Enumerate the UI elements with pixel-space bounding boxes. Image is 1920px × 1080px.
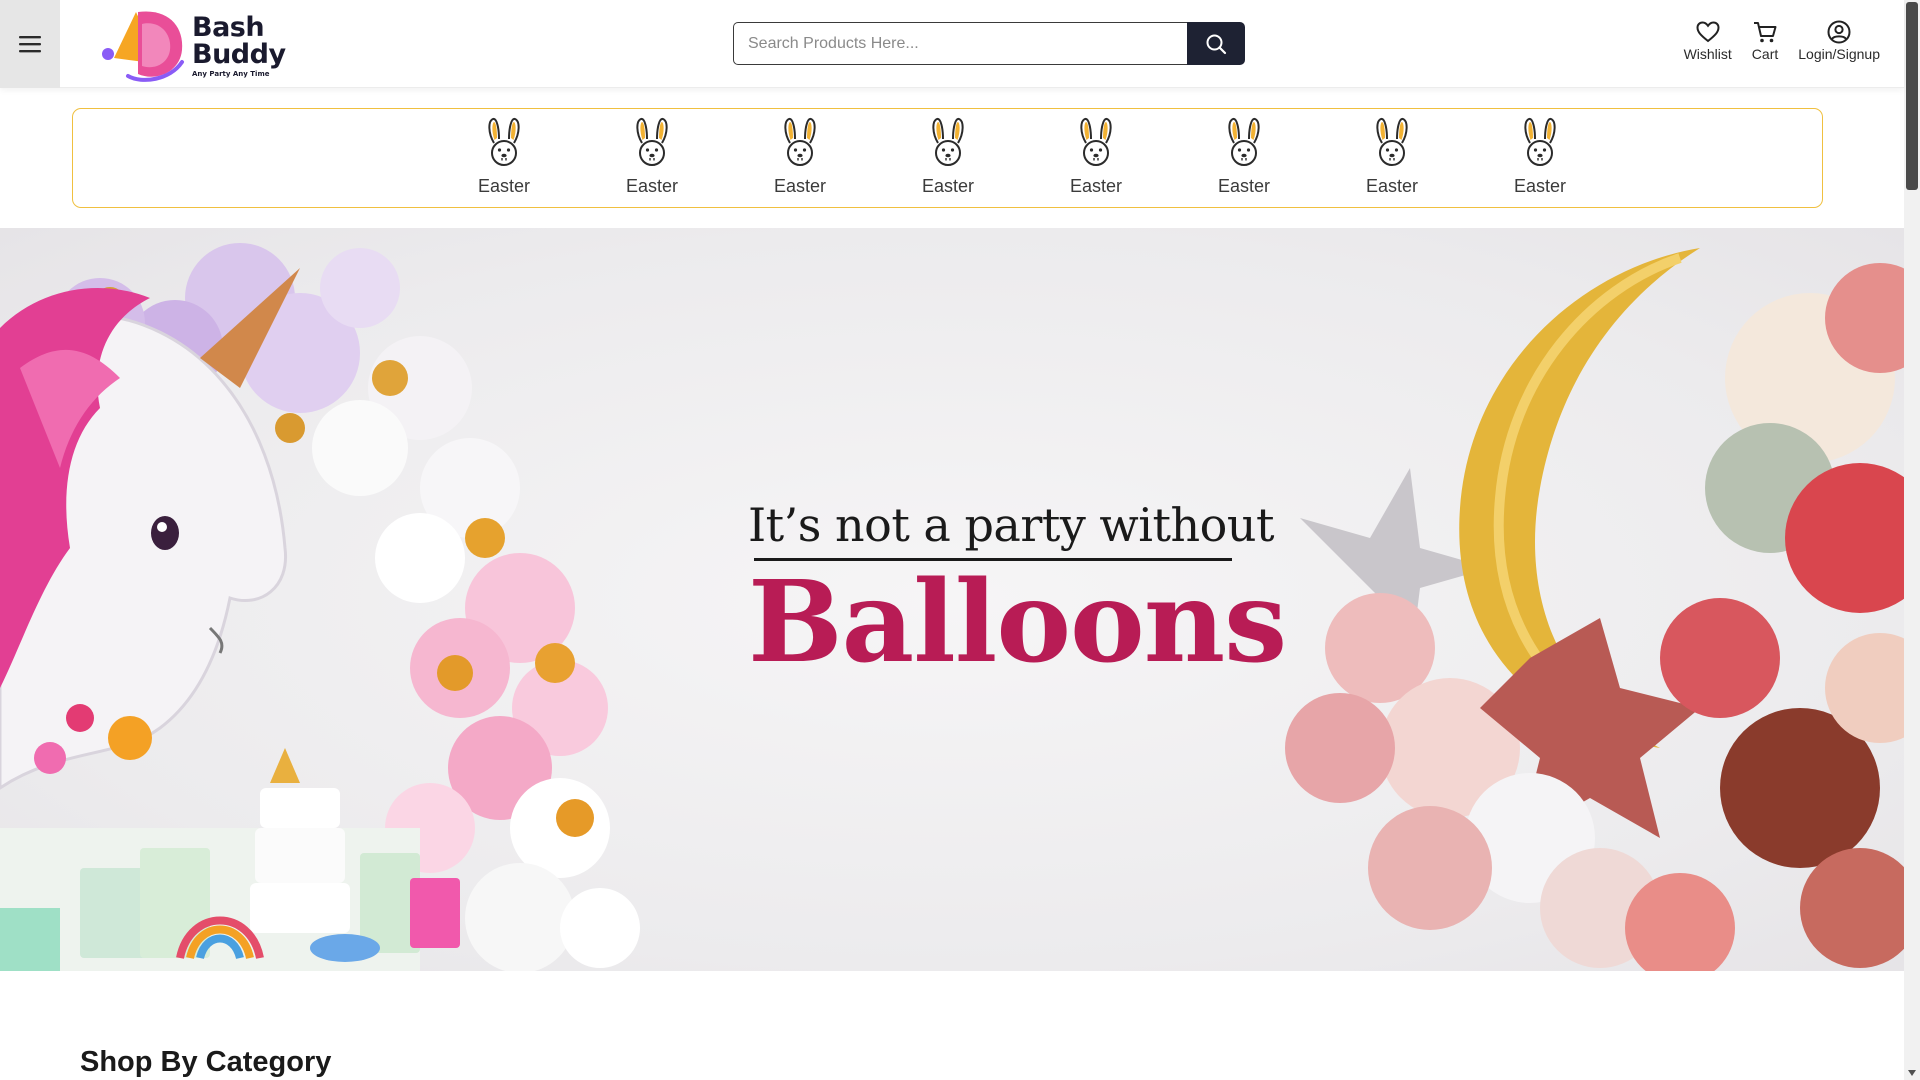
bunny-icon: [1074, 117, 1118, 172]
site-logo[interactable]: Bash Buddy Any Party Any Time: [98, 6, 288, 82]
bunny-icon: [926, 117, 970, 172]
cart-icon: [1754, 22, 1777, 43]
search-button[interactable]: [1187, 22, 1245, 65]
hamburger-menu-button[interactable]: [0, 0, 60, 88]
user-circle-icon: [1827, 20, 1851, 44]
header-actions: Wishlist Cart Login/Signup: [1684, 20, 1880, 62]
search-input[interactable]: [733, 22, 1187, 65]
hero-tagline: It’s not a party without: [748, 498, 1274, 552]
login-signup-button[interactable]: Login/Signup: [1798, 20, 1880, 62]
search-bar: [733, 22, 1245, 65]
hamburger-icon: [19, 36, 41, 53]
bunny-icon: [630, 117, 674, 172]
logo-text: Bash Buddy: [192, 14, 286, 68]
bunny-icon: [778, 117, 822, 172]
category-item[interactable]: Easter: [430, 117, 578, 197]
hero-banner[interactable]: It’s not a party without Balloons: [0, 228, 1904, 971]
party-table-items: [0, 748, 460, 971]
search-icon: [1206, 34, 1227, 54]
category-label: Easter: [625, 176, 679, 196]
unicorn-balloon: [0, 268, 300, 790]
logo-tagline: Any Party Any Time: [192, 70, 270, 78]
right-balloon-cluster: [1285, 248, 1904, 971]
category-label: Easter: [1513, 176, 1567, 196]
bunny-icon: [1370, 117, 1414, 172]
page-scrollbar[interactable]: [1904, 0, 1920, 1080]
category-strip: Easter Easter Easter Easter Easter Easter East…: [72, 108, 1823, 208]
cart-label: Cart: [1751, 46, 1779, 62]
category-label: Easter: [921, 176, 975, 196]
category-item[interactable]: Easter: [1022, 117, 1170, 197]
logo-line1: Bash: [192, 12, 265, 43]
category-item[interactable]: Easter: [726, 117, 874, 197]
category-item[interactable]: Easter: [1466, 117, 1614, 197]
category-list: Easter Easter Easter Easter Easter Easter East…: [430, 117, 1614, 197]
cart-button[interactable]: Cart: [1752, 20, 1778, 62]
category-item[interactable]: Easter: [874, 117, 1022, 197]
category-item[interactable]: Easter: [1318, 117, 1466, 197]
page: Bash Buddy Any Party Any Time Wishlist: [0, 0, 1920, 1080]
shop-by-category-heading: Shop By Category: [80, 1046, 332, 1078]
hero-text: It’s not a party without Balloons: [748, 498, 1287, 688]
bunny-icon: [1222, 117, 1266, 172]
hero-headline: Balloons: [748, 557, 1287, 688]
scroll-down-arrow-icon[interactable]: [1908, 1070, 1916, 1076]
bunny-icon: [482, 117, 526, 172]
logo-mark-icon: [102, 11, 184, 82]
bunny-icon: [1518, 117, 1562, 172]
wishlist-label: Wishlist: [1683, 46, 1732, 62]
category-item[interactable]: Easter: [1170, 117, 1318, 197]
scrollbar-thumb[interactable]: [1906, 2, 1918, 190]
category-item[interactable]: Easter: [578, 117, 726, 197]
category-label: Easter: [477, 176, 531, 196]
heart-icon: [1696, 21, 1720, 43]
logo-line2: Buddy: [192, 39, 286, 70]
category-label: Easter: [1069, 176, 1123, 196]
site-header: Bash Buddy Any Party Any Time Wishlist: [0, 0, 1904, 88]
category-label: Easter: [1365, 176, 1419, 196]
wishlist-button[interactable]: Wishlist: [1684, 20, 1732, 62]
category-label: Easter: [773, 176, 827, 196]
category-label: Easter: [1217, 176, 1271, 196]
login-signup-label: Login/Signup: [1798, 46, 1880, 62]
